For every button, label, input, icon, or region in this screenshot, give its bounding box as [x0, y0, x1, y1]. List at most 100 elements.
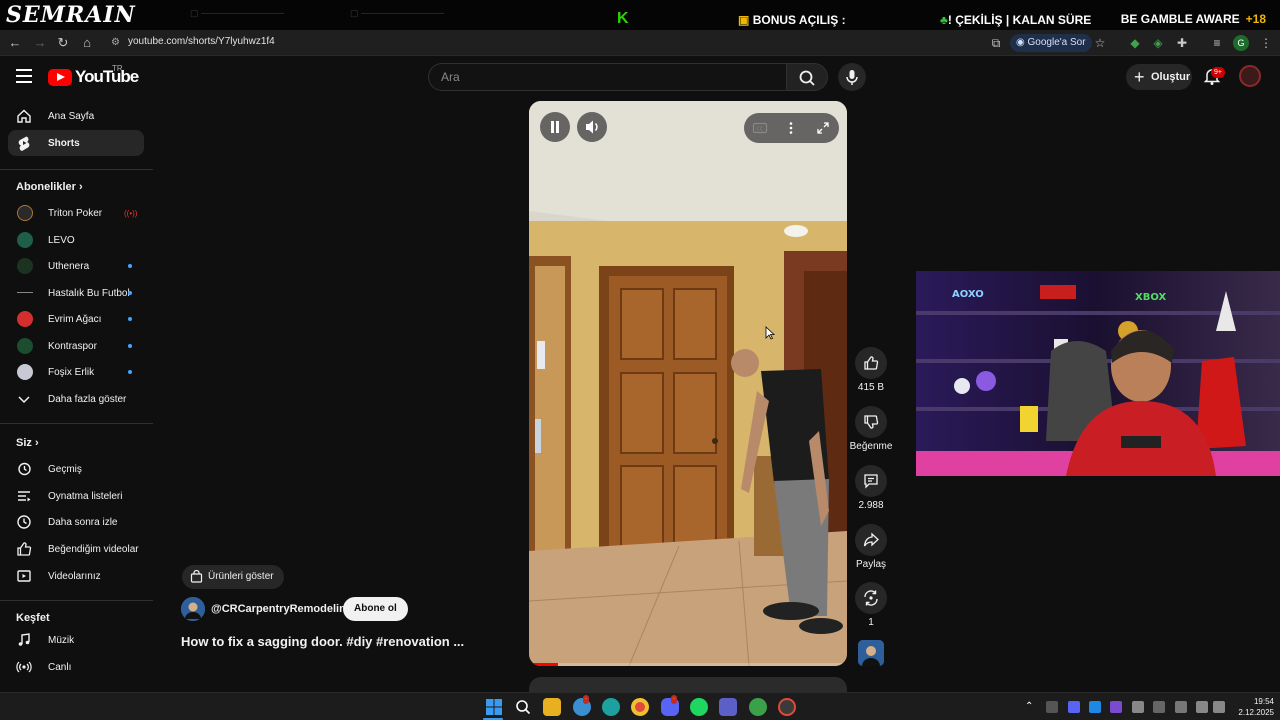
tray-app-icon[interactable] — [1132, 701, 1144, 713]
sidebar-item-subscription[interactable]: Uthenera — [8, 253, 144, 279]
tray-app-icon[interactable] — [1046, 701, 1058, 713]
home-icon[interactable]: ⌂ — [79, 35, 95, 51]
channel-sound-thumbnail[interactable] — [858, 640, 884, 666]
system-clock[interactable]: 19:54 2.12.2025 — [1230, 696, 1274, 718]
voice-search-button[interactable] — [838, 63, 866, 91]
video-frame — [529, 101, 847, 666]
channel-avatar[interactable] — [181, 597, 205, 621]
volume-button[interactable] — [577, 112, 607, 142]
subscribe-button[interactable]: Abone ol — [343, 597, 408, 621]
sidebar-item-your-videos[interactable]: Videolarınız — [8, 563, 144, 589]
sidebar-item-subscription[interactable]: Evrim Ağacı — [8, 306, 144, 332]
fullscreen-icon[interactable] — [815, 120, 831, 136]
taskbar-search-icon[interactable] — [514, 698, 532, 716]
sidebar-item-liked-videos[interactable]: Beğendiğim videolar — [8, 536, 144, 562]
create-button[interactable]: + Oluştur — [1126, 64, 1192, 90]
chevron-right-icon: › — [78, 181, 83, 193]
edge-browser-icon[interactable] — [602, 698, 620, 716]
subscriptions-heading[interactable]: Abonelikler › — [16, 181, 83, 193]
video-progress-bar[interactable] — [529, 663, 847, 666]
spotify-icon[interactable] — [690, 698, 708, 716]
tray-microphone-icon[interactable] — [1175, 701, 1187, 713]
chrome-profile-icon[interactable] — [749, 698, 767, 716]
tray-expand-chevron-icon[interactable]: ⌃ — [1025, 701, 1037, 713]
remix-button[interactable] — [855, 582, 887, 614]
ask-google-button[interactable]: ◉ Google'a Sor — [1010, 34, 1092, 52]
file-explorer-icon[interactable] — [543, 698, 561, 716]
sidebar-item-subscription[interactable]: Hastalık Bu Futbol — [8, 280, 144, 306]
playlists-icon — [18, 491, 31, 502]
extensions-puzzle-icon[interactable]: ✚ — [1174, 35, 1190, 51]
chrome-browser-icon[interactable] — [631, 698, 649, 716]
tray-battery-icon[interactable] — [1153, 701, 1165, 713]
youtube-play-icon — [48, 68, 72, 86]
channel-avatar — [17, 338, 33, 354]
sidebar-item-subscription[interactable]: Triton Poker ((•)) — [8, 200, 144, 226]
recording-app-icon[interactable] — [778, 698, 796, 716]
sidebar-item-subscription[interactable]: LEVO — [8, 227, 144, 253]
sidebar-divider — [0, 169, 153, 170]
channel-avatar — [858, 640, 884, 666]
sidebar-item-live[interactable]: Canlı — [8, 654, 144, 680]
site-info-icon[interactable]: ⚙ — [111, 37, 123, 49]
sidebar-item-music[interactable]: Müzik — [8, 627, 144, 653]
sidebar-item-history[interactable]: Geçmiş — [8, 456, 144, 482]
forward-icon[interactable]: → — [32, 35, 48, 51]
chevron-right-icon: › — [34, 437, 39, 449]
gamble-aware-label: BE GAMBLE AWARE +18 — [1120, 12, 1266, 26]
search-input[interactable] — [429, 64, 786, 90]
sidebar-item-subscription[interactable]: Foşix Erlik — [8, 359, 144, 385]
teams-icon[interactable] — [719, 698, 737, 716]
browser-menu-icon[interactable]: ⋮ — [1258, 35, 1274, 51]
sidebar-item-watch-later[interactable]: Daha sonra izle — [8, 509, 144, 535]
channel-avatar — [17, 258, 33, 274]
tray-app-icon[interactable] — [1110, 701, 1122, 713]
back-icon[interactable]: ← — [7, 35, 23, 51]
discord-badge: · — [671, 695, 677, 704]
address-bar[interactable]: youtube.com/shorts/Y7lyuhwz1f4 — [128, 36, 275, 47]
more-options-icon[interactable] — [783, 120, 799, 136]
channel-handle[interactable]: @CRCarpentryRemodeling — [211, 603, 353, 615]
share-icon — [863, 532, 879, 547]
age-rating: +18 — [1245, 12, 1266, 26]
sidebar-item-subscription[interactable]: Kontraspor — [8, 333, 144, 359]
captions-icon[interactable]: CC — [752, 120, 768, 136]
media-queue-icon[interactable]: ≡ — [1209, 35, 1225, 51]
browser-profile-avatar[interactable]: G — [1233, 35, 1249, 51]
windows-start-icon[interactable] — [485, 698, 503, 716]
bookmark-star-icon[interactable]: ☆ — [1092, 35, 1108, 51]
comments-button[interactable] — [855, 465, 887, 497]
account-avatar[interactable] — [1239, 65, 1261, 87]
clock-icon — [17, 515, 31, 529]
sidebar-item-playlists[interactable]: Oynatma listeleri — [8, 483, 144, 509]
history-icon — [18, 462, 31, 476]
menu-hamburger-icon[interactable] — [16, 69, 32, 83]
chevron-down-icon — [18, 396, 30, 404]
volume-icon — [586, 120, 598, 134]
tray-network-icon[interactable] — [1196, 701, 1208, 713]
show-products-button[interactable]: Ürünleri göster — [182, 565, 284, 589]
search-button[interactable] — [786, 63, 828, 91]
extension-icon-1[interactable]: ◆ — [1127, 35, 1143, 51]
svg-text:XBOX: XBOX — [1135, 292, 1166, 303]
dislike-button[interactable] — [855, 406, 887, 438]
pause-button[interactable] — [540, 112, 570, 142]
shorts-video-player[interactable] — [529, 101, 847, 666]
show-more-button[interactable]: Daha fazla göster — [8, 386, 144, 412]
you-heading[interactable]: Siz › — [16, 437, 39, 449]
like-button[interactable] — [855, 347, 887, 379]
extension-icon-2[interactable]: ◈ — [1150, 35, 1166, 51]
tray-volume-icon[interactable] — [1213, 701, 1225, 713]
youtube-logo[interactable]: YouTube TR — [48, 64, 139, 87]
share-button[interactable] — [855, 524, 887, 556]
player-control-group: CC — [744, 113, 839, 143]
background-tab-faded-2: ▢ ───────────── — [350, 8, 444, 18]
sidebar-item-home[interactable]: Ana Sayfa — [8, 103, 144, 129]
tray-app-icon[interactable] — [1089, 701, 1101, 713]
short-title[interactable]: How to fix a sagging door. #diy #renovat… — [181, 634, 464, 649]
tray-discord-icon[interactable] — [1068, 701, 1080, 713]
sidebar-item-shorts[interactable]: Shorts — [8, 130, 144, 156]
new-content-dot — [128, 317, 132, 321]
install-app-icon[interactable]: ⧉ — [988, 35, 1004, 51]
reload-icon[interactable]: ↻ — [55, 35, 71, 51]
